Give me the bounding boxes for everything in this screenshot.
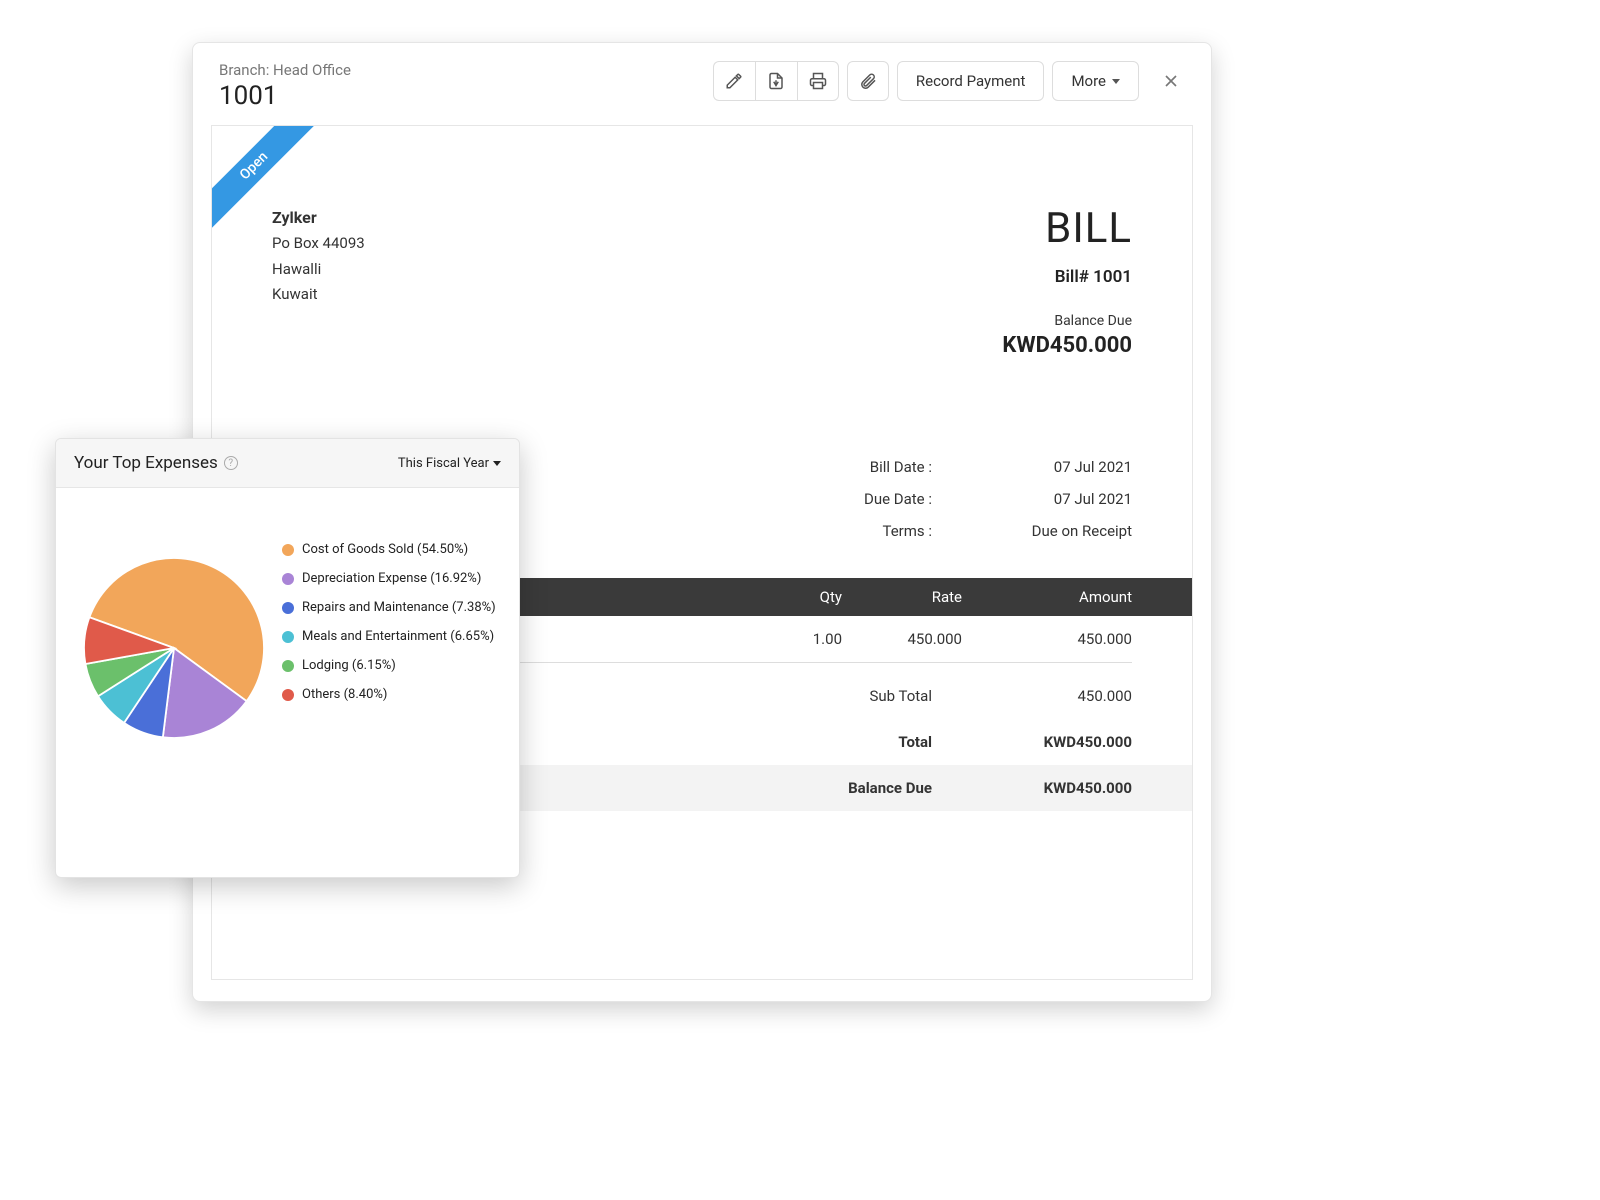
legend-label: Meals and Entertainment (6.65%) [302, 629, 494, 644]
bill-date-value: 07 Jul 2021 [992, 458, 1132, 476]
legend-item: Repairs and Maintenance (7.38%) [282, 600, 501, 615]
col-header-amount: Amount [962, 588, 1132, 606]
legend-label: Cost of Goods Sold (54.50%) [302, 542, 468, 557]
legend-item: Cost of Goods Sold (54.50%) [282, 542, 501, 557]
legend-swatch [282, 573, 294, 585]
balance-due-label: Balance Due [1002, 313, 1132, 329]
status-ribbon: Open [212, 126, 322, 236]
subtotal-value: 450.000 [972, 687, 1132, 705]
expenses-card: Your Top Expenses ? This Fiscal Year Cos… [55, 438, 520, 878]
period-label: This Fiscal Year [398, 456, 489, 471]
status-badge: Open [212, 126, 320, 232]
legend-label: Depreciation Expense (16.92%) [302, 571, 481, 586]
more-button[interactable]: More [1052, 61, 1139, 101]
close-icon [1161, 71, 1181, 91]
attach-button[interactable] [847, 61, 889, 101]
more-label: More [1071, 72, 1106, 90]
pdf-icon [767, 72, 785, 90]
header-actions: Record Payment More [713, 61, 1185, 101]
bill-date-label: Bill Date : [832, 458, 932, 476]
document-title-block: BILL Bill# 1001 Balance Due KWD450.000 [1002, 204, 1132, 358]
close-button[interactable] [1157, 67, 1185, 95]
legend-item: Others (8.40%) [282, 687, 501, 702]
legend-item: Lodging (6.15%) [282, 658, 501, 673]
balance-due-total-value: KWD450.000 [972, 779, 1132, 797]
terms-label: Terms : [832, 522, 932, 540]
branch-label: Branch: Head Office [219, 61, 351, 79]
print-button[interactable] [797, 61, 839, 101]
cell-amount: 450.000 [962, 630, 1132, 648]
bill-header: Branch: Head Office 1001 [193, 43, 1211, 125]
expenses-body: Cost of Goods Sold (54.50%) Depreciation … [56, 488, 519, 758]
total-value: KWD450.000 [972, 733, 1132, 751]
balance-due-amount: KWD450.000 [1002, 333, 1132, 358]
meta-row-due-date: Due Date : 07 Jul 2021 [832, 490, 1132, 508]
expenses-title-text: Your Top Expenses [74, 453, 218, 473]
legend-swatch [282, 631, 294, 643]
legend-swatch [282, 544, 294, 556]
expenses-title: Your Top Expenses ? [74, 453, 238, 473]
pie-chart [84, 558, 264, 738]
chevron-down-icon [493, 461, 501, 466]
legend-label: Lodging (6.15%) [302, 658, 396, 673]
meta-row-bill-date: Bill Date : 07 Jul 2021 [832, 458, 1132, 476]
period-picker[interactable]: This Fiscal Year [398, 456, 501, 471]
bill-number: 1001 [219, 81, 351, 111]
col-header-rate: Rate [842, 588, 962, 606]
legend-swatch [282, 689, 294, 701]
meta-row-terms: Terms : Due on Receipt [832, 522, 1132, 540]
paperclip-icon [859, 72, 877, 90]
chevron-down-icon [1112, 79, 1120, 84]
document-top: Zylker Po Box 44093 Hawalli Kuwait BILL … [272, 204, 1132, 358]
legend-item: Meals and Entertainment (6.65%) [282, 629, 501, 644]
edit-button[interactable] [713, 61, 755, 101]
company-line3: Kuwait [272, 282, 365, 308]
expenses-header: Your Top Expenses ? This Fiscal Year [56, 439, 519, 488]
legend-item: Depreciation Expense (16.92%) [282, 571, 501, 586]
total-label: Total [792, 733, 972, 751]
legend-label: Others (8.40%) [302, 687, 387, 702]
balance-due-total-label: Balance Due [792, 779, 972, 797]
record-payment-label: Record Payment [916, 72, 1026, 90]
pdf-button[interactable] [755, 61, 797, 101]
document-title: BILL [1002, 204, 1132, 253]
company-line2: Hawalli [272, 257, 365, 283]
branch-block: Branch: Head Office 1001 [219, 61, 351, 111]
due-date-value: 07 Jul 2021 [992, 490, 1132, 508]
action-icon-group [713, 61, 839, 101]
legend: Cost of Goods Sold (54.50%) Depreciation … [282, 538, 501, 738]
legend-label: Repairs and Maintenance (7.38%) [302, 600, 496, 615]
document-number: Bill# 1001 [1002, 267, 1132, 287]
printer-icon [809, 72, 827, 90]
legend-swatch [282, 602, 294, 614]
cell-rate: 450.000 [842, 630, 962, 648]
subtotal-label: Sub Total [792, 687, 972, 705]
due-date-label: Due Date : [832, 490, 932, 508]
help-icon[interactable]: ? [224, 456, 238, 470]
terms-value: Due on Receipt [992, 522, 1132, 540]
pencil-icon [725, 72, 743, 90]
legend-swatch [282, 660, 294, 672]
record-payment-button[interactable]: Record Payment [897, 61, 1045, 101]
